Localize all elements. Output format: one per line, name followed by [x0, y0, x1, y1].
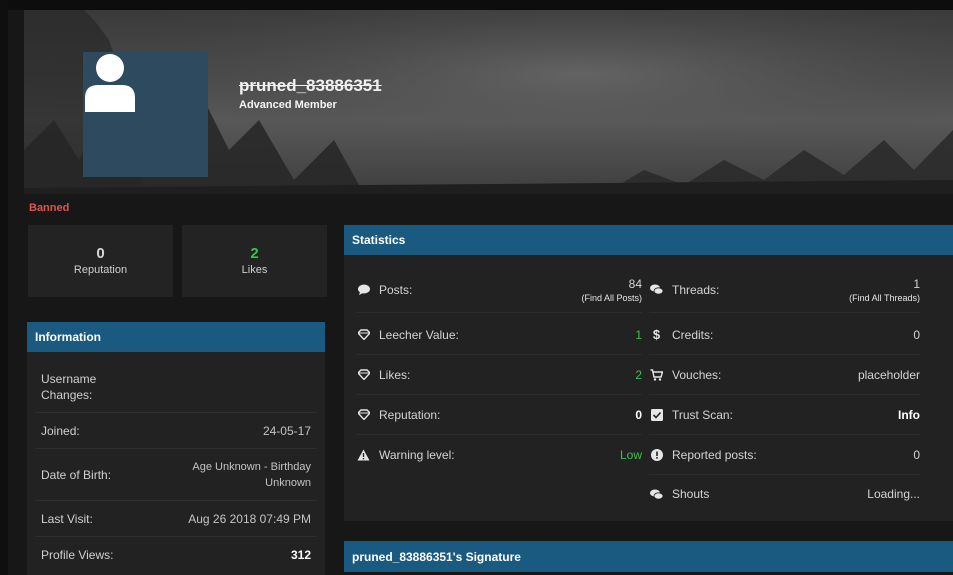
banned-status: Banned [29, 202, 70, 214]
stat-row-posts: Posts: 84 (Find All Posts) [356, 267, 642, 313]
stat-row-likes: Likes: 2 [356, 355, 642, 395]
find-all-threads-link[interactable]: (Find All Threads) [849, 293, 920, 303]
statistics-panel: Posts: 84 (Find All Posts) Leecher Value… [344, 255, 953, 521]
dollar-icon: $ [652, 327, 661, 342]
info-row-date-of-birth: Date of Birth: Age Unknown - Birthday Un… [35, 450, 317, 501]
stat-row-credits: $ Credits: 0 [649, 315, 920, 355]
stat-label: Shouts [672, 487, 710, 501]
stat-value: 0 [913, 447, 920, 462]
avatar[interactable] [83, 52, 208, 177]
warning-icon [356, 448, 371, 463]
stat-row-vouches: Vouches: placeholder [649, 355, 920, 395]
left-edge [0, 0, 8, 575]
diamond-icon [356, 367, 371, 382]
stat-value: 1 [635, 327, 642, 342]
info-key: Date of Birth: [41, 468, 112, 482]
reputation-count: 0 [96, 245, 105, 262]
stat-value: 1 (Find All Threads) [849, 277, 920, 303]
diamond-icon [356, 407, 371, 422]
info-key: Joined: [41, 424, 80, 438]
info-value: 24-05-17 [262, 424, 311, 438]
cart-icon [649, 367, 664, 382]
likes-box: 2 Likes [182, 225, 327, 297]
info-key: Last Visit: [41, 512, 93, 526]
stat-label: Leecher Value: [379, 327, 459, 342]
profile-username: pruned_83886351 [239, 76, 382, 95]
diamond-icon [356, 327, 371, 342]
stat-value: 84 (Find All Posts) [581, 277, 642, 303]
stat-label: Threads: [672, 282, 720, 297]
profile-page: pruned_83886351 Advanced Member Banned 0… [0, 0, 953, 575]
user-silhouette-icon [85, 54, 135, 112]
stat-row-reputation: Reputation: 0 [356, 395, 642, 435]
stat-row-reported-posts: Reported posts: 0 [649, 435, 920, 475]
information-header: Information [27, 322, 325, 352]
likes-count: 2 [250, 245, 259, 262]
stat-value: 0 [635, 407, 642, 422]
stat-label: Warning level: [379, 448, 455, 462]
stat-row-leecher-value: Leecher Value: 1 [356, 315, 642, 355]
info-row-profile-views: Profile Views: 312 [35, 538, 317, 572]
warning-level-value[interactable]: Low [620, 448, 642, 462]
information-panel: Username Changes: Joined: 24-05-17 Date … [27, 352, 325, 575]
info-value: 312 [290, 548, 311, 562]
stat-value: 2 [635, 367, 642, 382]
chat-bubbles-icon [649, 282, 664, 297]
stat-label: Likes: [379, 367, 411, 382]
user-title: Advanced Member [239, 99, 337, 111]
posts-count: 84 [628, 276, 642, 291]
stat-row-trust-scan: Trust Scan: Info [649, 395, 920, 435]
stat-label: Reported posts: [672, 447, 757, 462]
chat-bubbles-icon [649, 487, 664, 502]
stat-label: Trust Scan: [672, 407, 733, 422]
threads-count: 1 [913, 276, 920, 291]
reputation-label: Reputation [73, 264, 128, 276]
info-key: Username Changes: [41, 372, 97, 402]
stat-label: Reputation: [379, 407, 441, 422]
stat-row-threads: Threads: 1 (Find All Threads) [649, 267, 920, 313]
info-row-username-changes: Username Changes: [35, 362, 317, 413]
likes-label: Likes [241, 264, 268, 276]
trust-scan-info-link[interactable]: Info [898, 408, 920, 422]
find-all-posts-link[interactable]: (Find All Posts) [581, 293, 642, 303]
stat-row-shouts: Shouts Loading... [649, 475, 920, 513]
stat-value: Loading... [867, 487, 920, 501]
speech-bubble-icon [356, 282, 371, 297]
stat-value: placeholder [857, 367, 920, 382]
info-value: Age Unknown - Birthday Unknown [192, 461, 311, 489]
reputation-box: 0 Reputation [28, 225, 173, 297]
signature-header: pruned_83886351's Signature [344, 541, 953, 572]
stat-row-warning-level: Warning level: Low [356, 435, 642, 475]
profile-cover: pruned_83886351 Advanced Member [24, 10, 953, 194]
stat-value: 0 [913, 327, 920, 342]
info-key: Profile Views: [41, 548, 114, 562]
stat-label: Posts: [379, 282, 413, 297]
top-bar [0, 0, 953, 10]
statistics-header: Statistics [344, 225, 953, 255]
info-row-joined: Joined: 24-05-17 [35, 414, 317, 449]
stat-label: Credits: [672, 327, 714, 342]
check-square-icon [649, 407, 664, 422]
stat-label: Vouches: [672, 367, 722, 382]
exclamation-circle-icon [649, 447, 664, 462]
info-value: Aug 26 2018 07:49 PM [188, 512, 311, 526]
info-row-last-visit: Last Visit: Aug 26 2018 07:49 PM [35, 502, 317, 537]
